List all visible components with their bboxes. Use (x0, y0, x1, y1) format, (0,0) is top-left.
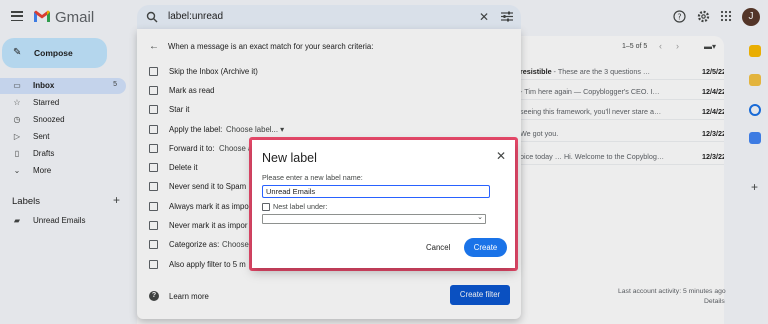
close-icon[interactable]: ✕ (496, 149, 506, 163)
dialog-title: New label (262, 151, 317, 165)
label-name-input[interactable] (262, 185, 490, 198)
parent-label-select[interactable]: ⌄ (262, 214, 486, 224)
cancel-button[interactable]: Cancel (426, 243, 450, 252)
nest-label-checkbox[interactable] (262, 203, 270, 211)
create-button[interactable]: Create (464, 238, 507, 257)
chevron-down-icon: ⌄ (477, 214, 483, 221)
new-label-dialog: New label ✕ Please enter a new label nam… (252, 140, 515, 268)
label-name-prompt: Please enter a new label name: (262, 173, 363, 182)
nest-label-text: Nest label under: (273, 202, 328, 211)
